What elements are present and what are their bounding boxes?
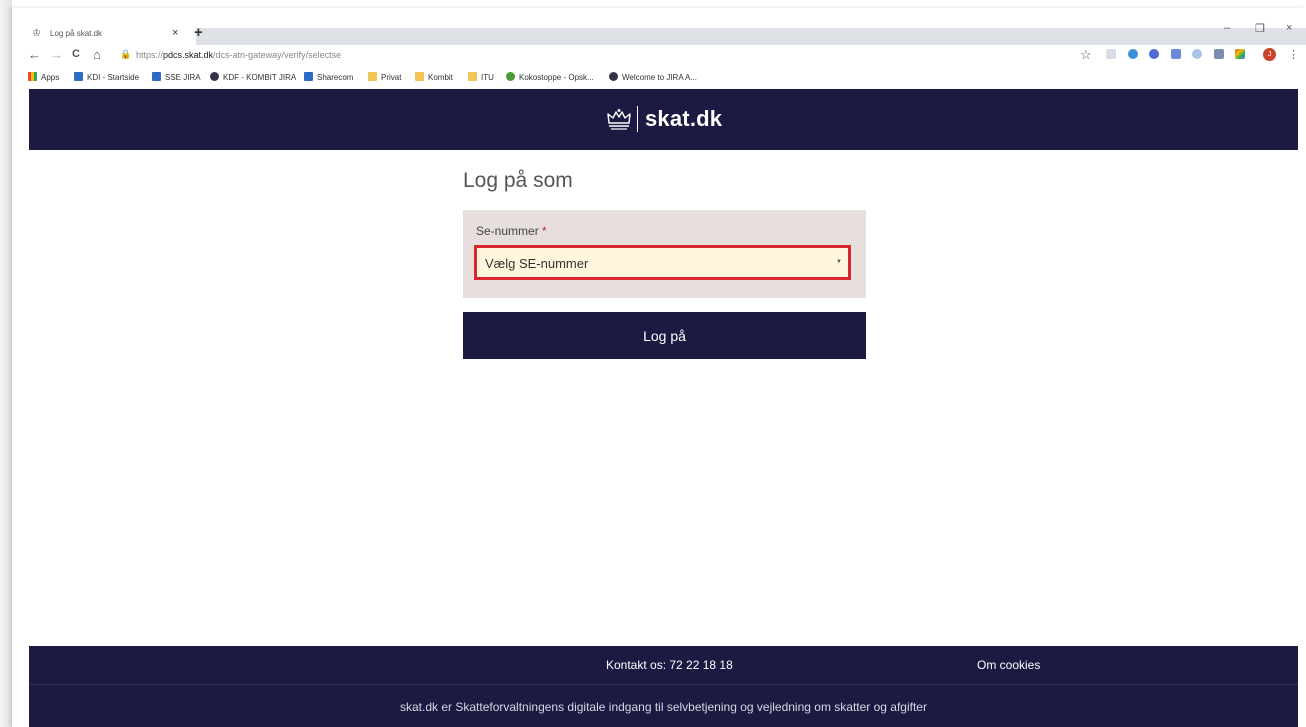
close-window-button[interactable]: ×: [1286, 22, 1292, 34]
folder-icon: [415, 72, 424, 81]
se-number-panel: Se-nummer * Vælg SE-nummer ▼: [463, 210, 866, 298]
logo-divider: [637, 106, 638, 132]
extension-folder-icon[interactable]: [1106, 49, 1116, 59]
extension-onedrive-icon[interactable]: [1192, 49, 1202, 59]
jira-icon: [210, 72, 219, 81]
profile-avatar[interactable]: J: [1263, 48, 1276, 61]
bookmark-itu[interactable]: ITU: [468, 72, 494, 82]
bookmark-sse-jira[interactable]: SSE JIRA: [152, 72, 201, 82]
skat-logo[interactable]: skat.dk: [606, 105, 722, 133]
reload-button[interactable]: C: [72, 48, 80, 60]
back-button[interactable]: ←: [28, 47, 41, 62]
tab-strip: ♔ Log på skat.dk × + – ❐ ×: [12, 8, 1306, 45]
browser-tab[interactable]: ♔ Log på skat.dk ×: [26, 26, 186, 45]
home-button[interactable]: ⌂: [93, 47, 101, 62]
url-text: https://pdcs.skat.dk/dcs-atn-gateway/ver…: [136, 50, 342, 60]
extension-color-icon[interactable]: [1235, 49, 1245, 59]
apps-grid-icon: [28, 72, 37, 81]
minimize-button[interactable]: –: [1224, 22, 1230, 34]
browser-menu-icon[interactable]: ⋮: [1288, 48, 1299, 61]
bookmark-kdf-kombit-jira[interactable]: KDF - KOMBIT JIRA: [210, 72, 296, 82]
crown-icon: [607, 109, 631, 130]
bookmark-star-icon[interactable]: ☆: [1080, 47, 1092, 63]
page-title: Log på som: [463, 169, 573, 192]
caret-down-icon: ▼: [836, 259, 842, 265]
bookmark-kdi-startside[interactable]: KDI - Startside: [74, 72, 139, 82]
browser-toolbar: ← → C ⌂ 🔒 https://pdcs.skat.dk/dcs-atn-g…: [12, 45, 1306, 67]
bookmark-privat[interactable]: Privat: [368, 72, 401, 82]
se-number-select[interactable]: Vælg SE-nummer ▼: [474, 245, 851, 280]
jira-icon: [152, 72, 161, 81]
restore-button[interactable]: ❐: [1255, 22, 1265, 35]
bookmark-apps[interactable]: Apps: [28, 72, 59, 82]
bookmarks-bar: Apps KDI - Startside SSE JIRA KDF - KOMB…: [12, 67, 1306, 89]
select-value: Vælg SE-nummer: [485, 256, 589, 271]
tab-title: Log på skat.dk: [50, 29, 103, 38]
browser-window: ♔ Log på skat.dk × + – ❐ × ← → C ⌂ 🔒 htt…: [12, 8, 1306, 727]
bookmark-sharecom[interactable]: Sharecom: [304, 72, 353, 82]
sharepoint-icon: [304, 72, 313, 81]
footer-divider: [29, 684, 1298, 685]
required-mark: *: [542, 224, 547, 238]
site-icon: [506, 72, 515, 81]
new-tab-button[interactable]: +: [194, 24, 203, 41]
lock-icon: 🔒: [120, 49, 132, 59]
folder-icon: [468, 72, 477, 81]
extension-shield-icon[interactable]: [1149, 49, 1159, 59]
folder-icon: [368, 72, 377, 81]
jira-icon: [609, 72, 618, 81]
logo-text: skat.dk: [645, 106, 723, 131]
cookies-link[interactable]: Om cookies: [977, 658, 1040, 672]
crown-favicon-icon: ♔: [32, 28, 41, 39]
address-bar[interactable]: 🔒 https://pdcs.skat.dk/dcs-atn-gateway/v…: [112, 47, 1112, 64]
site-header: skat.dk: [29, 89, 1298, 150]
left-shadow: [0, 0, 12, 727]
tab-close-icon[interactable]: ×: [172, 27, 178, 39]
extension-lock-icon[interactable]: [1171, 49, 1181, 59]
bookmark-welcome-jira[interactable]: Welcome to JIRA A...: [609, 72, 697, 82]
forward-button[interactable]: →: [50, 47, 63, 62]
extension-cloud-icon[interactable]: [1128, 49, 1138, 59]
se-number-label: Se-nummer *: [476, 224, 547, 238]
bookmark-kombit[interactable]: Kombit: [415, 72, 453, 82]
site-footer: Kontakt os: 72 22 18 18 Om cookies skat.…: [29, 646, 1298, 727]
extension-device-icon[interactable]: [1214, 49, 1224, 59]
footer-tagline: skat.dk er Skatteforvaltningens digitale…: [400, 700, 927, 714]
contact-info: Kontakt os: 72 22 18 18: [606, 658, 733, 672]
web-page: skat.dk Log på som Se-nummer * Vælg SE-n…: [29, 89, 1298, 727]
tab-strip-background: [196, 28, 1306, 45]
bookmark-kokostoppe[interactable]: Kokostoppe - Opsk...: [506, 72, 594, 82]
login-button[interactable]: Log på: [463, 312, 866, 359]
sharepoint-icon: [74, 72, 83, 81]
